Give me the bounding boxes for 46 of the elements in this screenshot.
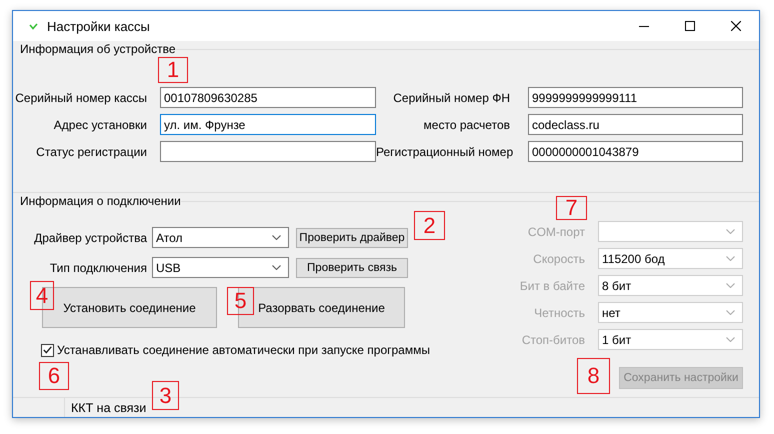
field-label: Серийный номер кассы [14, 90, 147, 104]
callout-number: 7 [556, 196, 587, 220]
status-text: ККТ на связи [71, 400, 146, 414]
checkbox[interactable] [41, 344, 54, 356]
field-label: Бит в байте [520, 278, 585, 292]
group-title: Информация об устройстве [20, 42, 176, 56]
dropdown[interactable]: USB [152, 257, 289, 278]
chevron-down-icon [726, 256, 735, 261]
chevron-down-icon [726, 283, 735, 288]
text-field[interactable]: 0000000001043879 [528, 141, 743, 162]
text-field[interactable] [160, 141, 376, 162]
chevron-down-icon [726, 310, 735, 315]
check-icon [29, 22, 38, 30]
field-label: Серийный номер ФН [392, 90, 510, 104]
callout-number: 1 [158, 57, 188, 83]
field-label: COM-порт [528, 224, 585, 238]
field-label: Четность [534, 306, 585, 320]
callout-number: 3 [152, 381, 179, 410]
chevron-down-icon [272, 265, 281, 270]
maximize-icon[interactable] [685, 21, 695, 31]
field-label: Тип подключения [48, 260, 147, 274]
checkbox-label: Устанавливать соединение автоматически при запуске программы [57, 343, 430, 357]
group-title: Информация о подключении [20, 194, 181, 208]
text-field[interactable]: 00107809630285 [160, 87, 376, 108]
field-label: место расчетов [422, 118, 510, 132]
callout-number: 2 [414, 211, 445, 240]
field-label: Скорость [533, 252, 585, 266]
callout-number: 4 [30, 281, 54, 310]
check-button[interactable]: Проверить связь [296, 258, 408, 278]
callout-number: 6 [39, 362, 69, 390]
callout-number: 5 [227, 287, 254, 315]
window-title: Настройки кассы [47, 18, 151, 34]
field-label: Адрес установки [52, 118, 147, 132]
chevron-down-icon [272, 235, 281, 240]
chevron-down-icon [726, 337, 735, 342]
field-label: Стоп-битов [522, 332, 585, 346]
callout-number: 8 [577, 358, 610, 394]
field-label: Статус регистрации [35, 144, 147, 158]
close-icon[interactable] [731, 21, 741, 31]
chevron-down-icon [726, 229, 735, 234]
check-button[interactable]: Проверить драйвер [296, 228, 408, 248]
field-label: Драйвер устройства [33, 230, 147, 244]
text-field[interactable]: 9999999999999111 [528, 87, 743, 108]
text-field[interactable]: codeclass.ru [528, 114, 743, 135]
text-field[interactable]: ул. им. Фрунзе [160, 114, 376, 135]
dropdown[interactable]: Атол [152, 227, 289, 248]
